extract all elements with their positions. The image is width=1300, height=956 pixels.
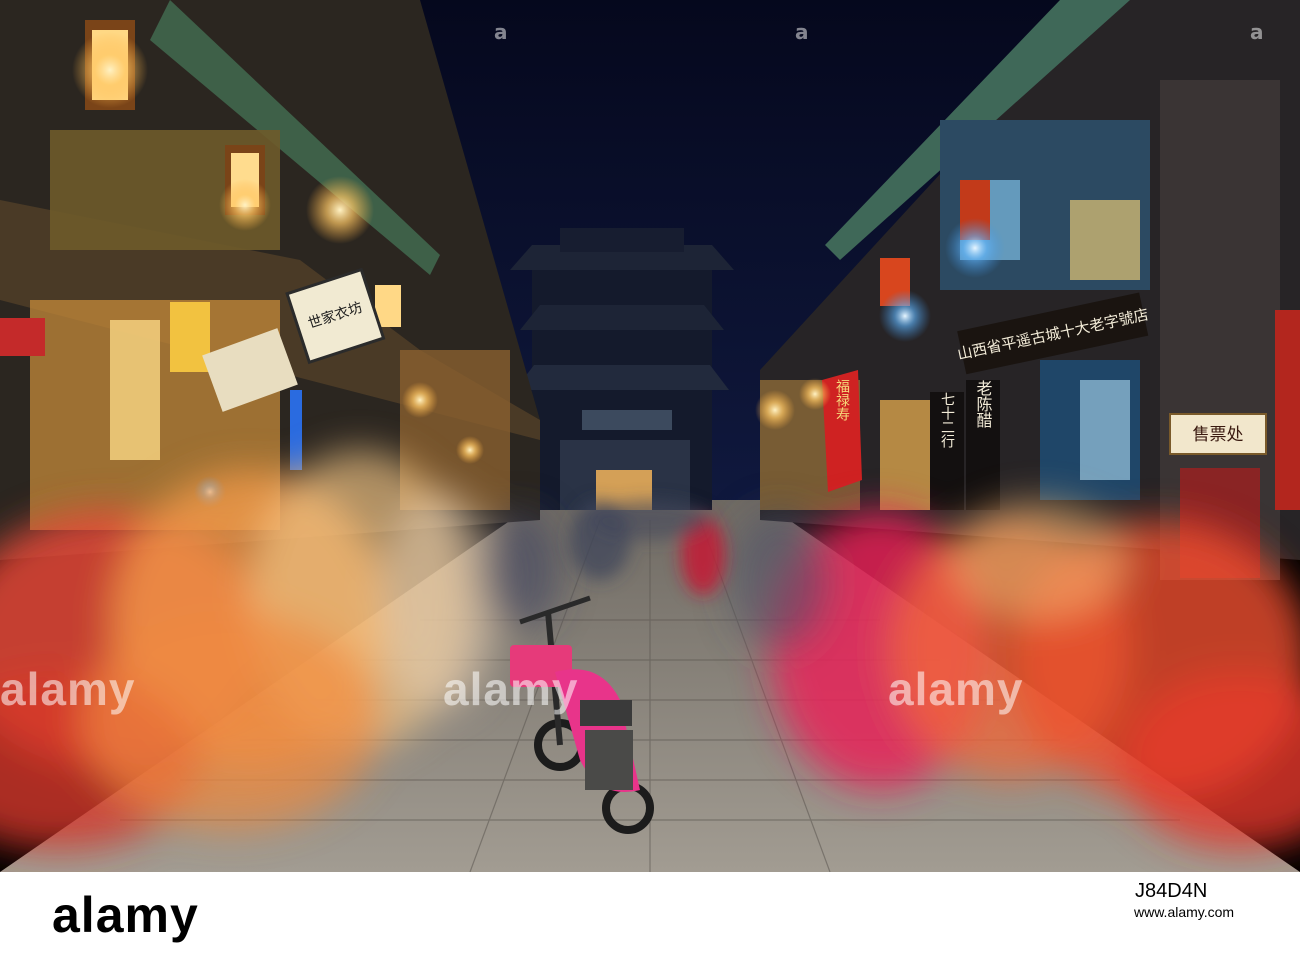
alamy-watermark: alamy bbox=[0, 663, 136, 715]
top-watermark: a bbox=[1250, 20, 1264, 44]
alamy-watermark: alamy bbox=[443, 663, 579, 715]
top-watermark-row: a a a bbox=[0, 20, 1300, 44]
credit-bar: alamy J84D4N www.alamy.com bbox=[0, 872, 1300, 956]
vertical-sign-a: 七十二行 bbox=[939, 392, 955, 449]
top-watermark: a bbox=[795, 20, 809, 44]
drum-tower bbox=[510, 228, 734, 510]
vertical-sign-b: 老陈醋 bbox=[974, 380, 993, 428]
alamy-watermark: alamy bbox=[888, 663, 1024, 715]
ticket-sign: 售票处 bbox=[1193, 425, 1244, 445]
alamy-logo: alamy bbox=[52, 887, 199, 943]
alamy-url: www.alamy.com bbox=[1134, 904, 1235, 920]
red-banner-text: 福禄寿 bbox=[834, 379, 850, 421]
photo-stage: 世家衣坊 山西省平遥古城十大老字號店 七十二行 老陈醋 福禄寿 售票处 a a … bbox=[0, 0, 1300, 956]
top-watermark: a bbox=[494, 20, 508, 44]
image-id: J84D4N bbox=[1135, 880, 1208, 902]
street-scene: 世家衣坊 山西省平遥古城十大老字號店 七十二行 老陈醋 福禄寿 售票处 bbox=[0, 0, 1300, 873]
